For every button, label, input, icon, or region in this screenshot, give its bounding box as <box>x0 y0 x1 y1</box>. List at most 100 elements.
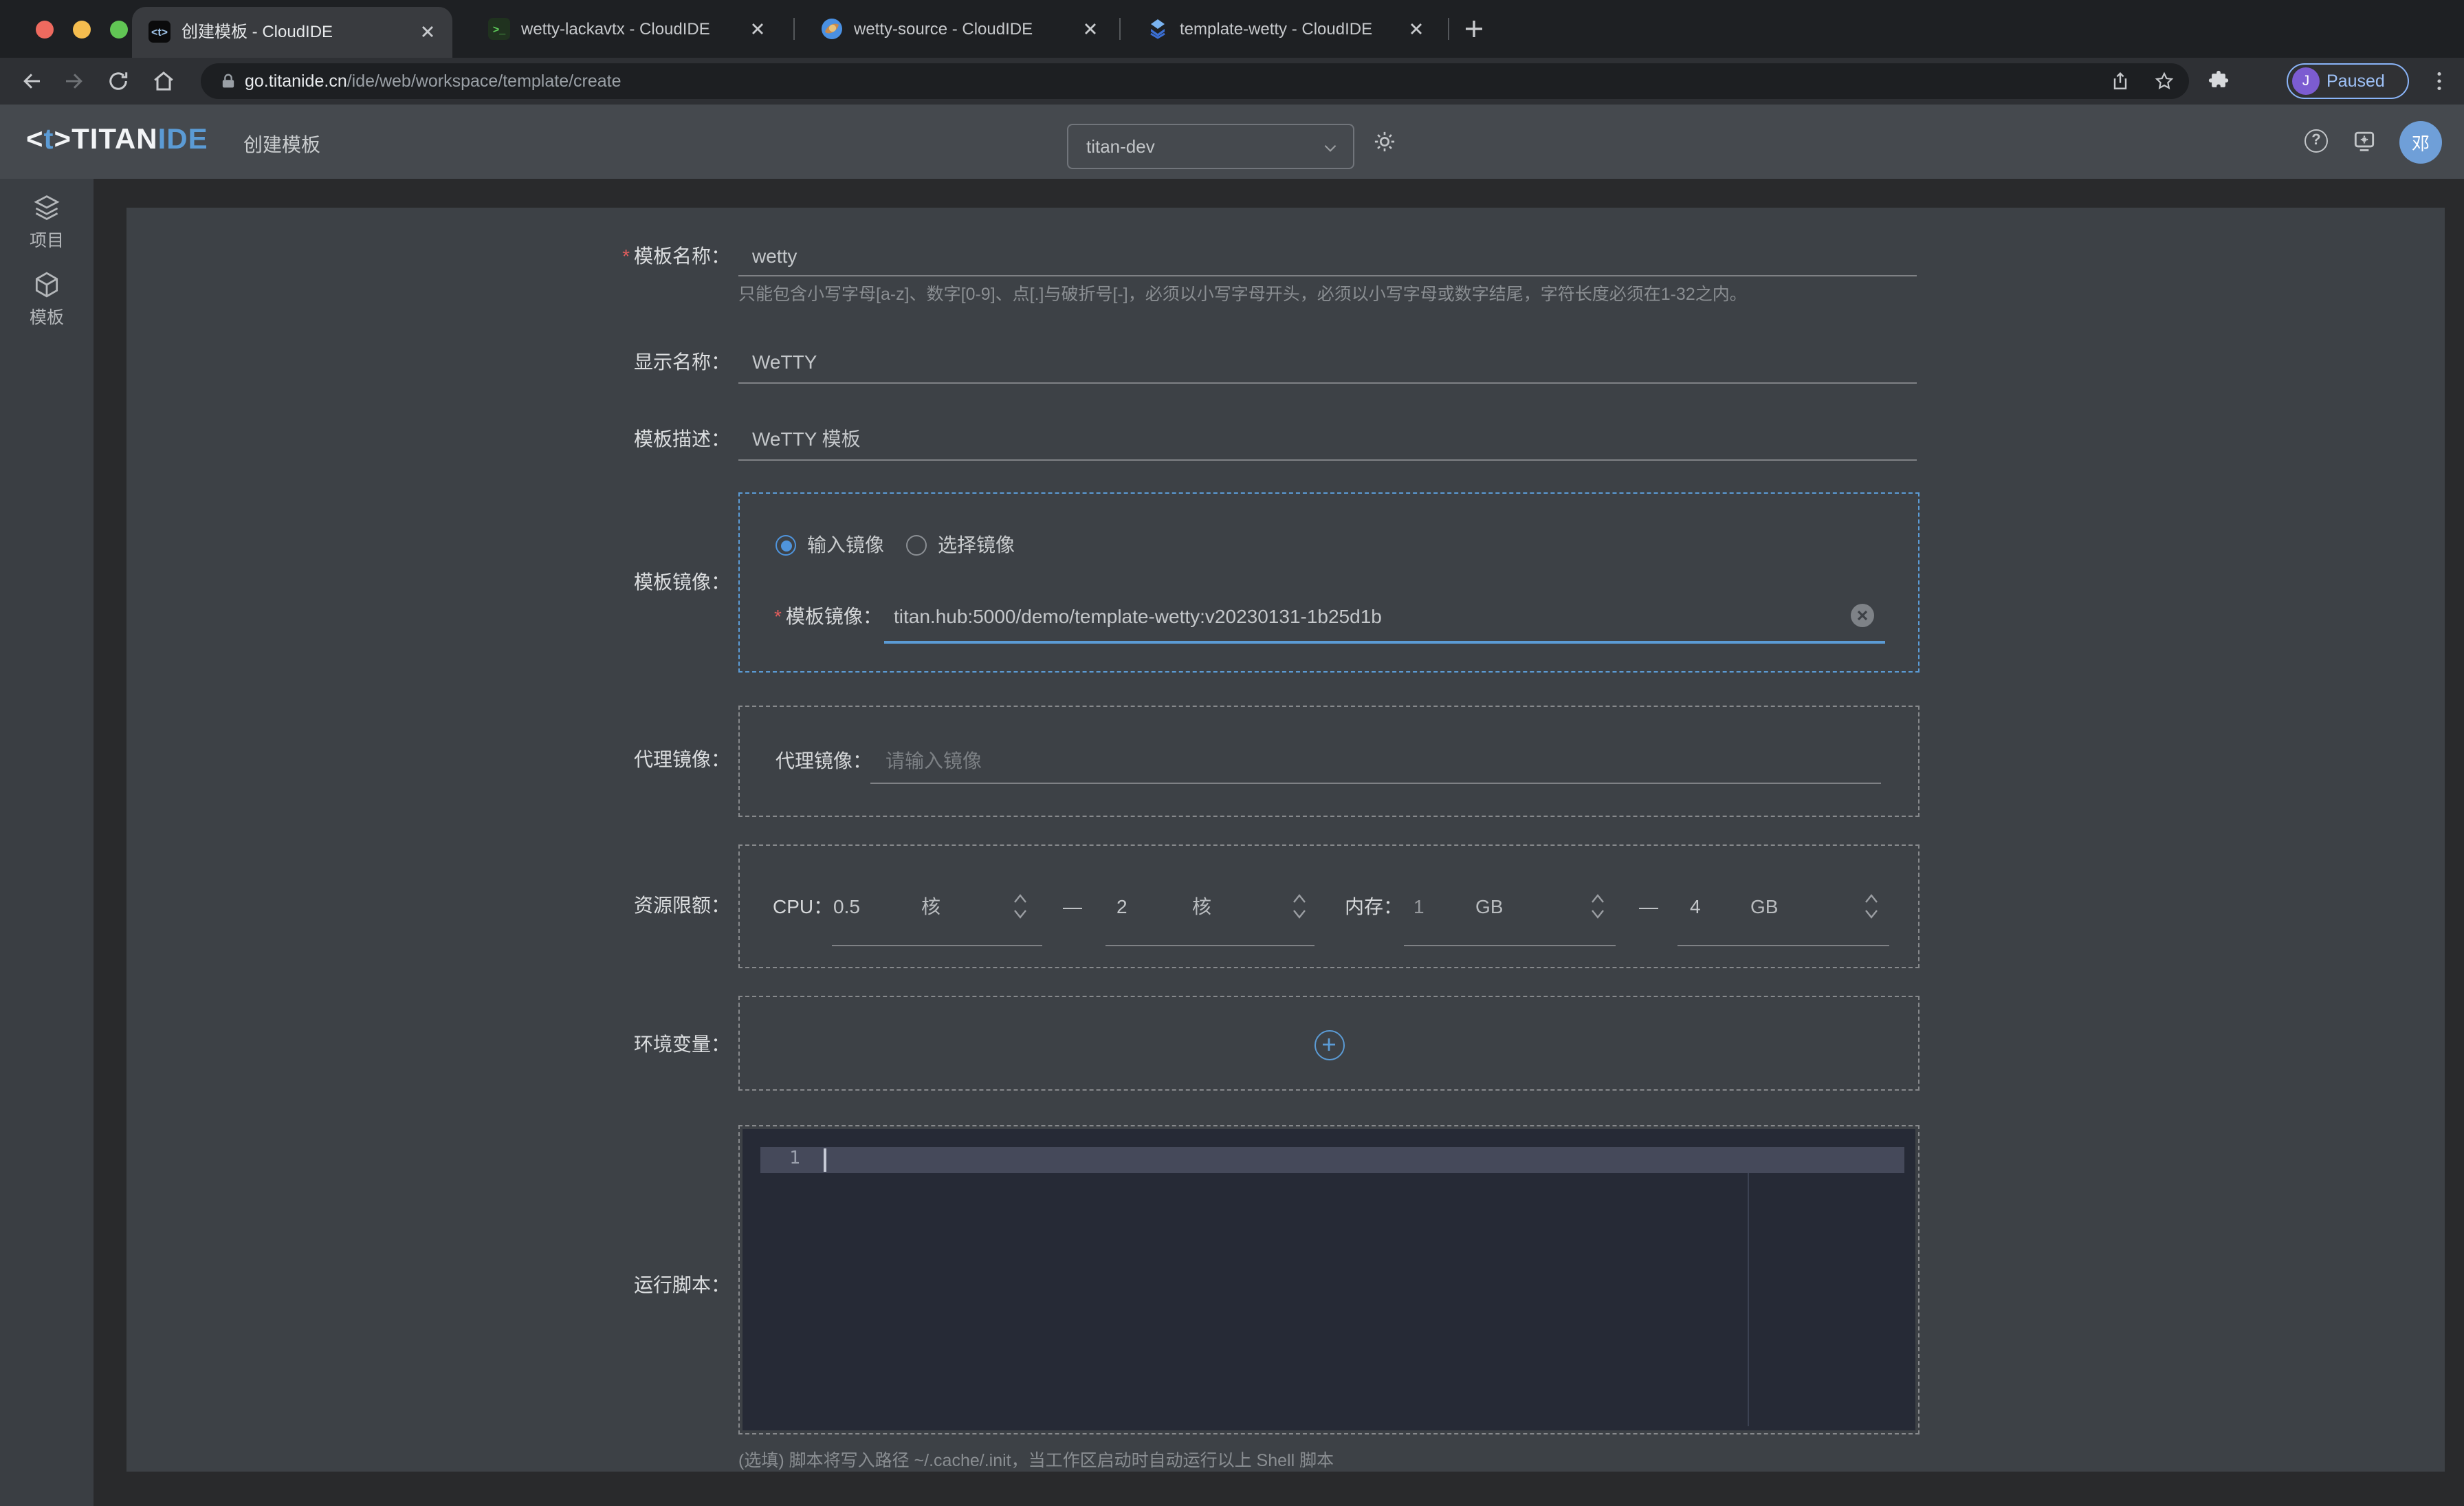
tab-wetty-source[interactable]: wetty-source - CloudIDE <box>804 0 1115 58</box>
tab-close-icon[interactable] <box>747 18 769 40</box>
memory-min-input[interactable] <box>1414 894 1468 919</box>
cpu-max-input[interactable] <box>1116 894 1185 919</box>
input-underline <box>738 382 1917 384</box>
memory-max-input[interactable] <box>1690 894 1745 919</box>
editor-ruler <box>1748 1173 1749 1426</box>
radio-select-image[interactable] <box>906 535 927 556</box>
workspace-select-value: titan-dev <box>1086 125 1155 168</box>
workspace-settings-gear-icon[interactable] <box>1372 129 1397 154</box>
template-image-inner-label: *模板镜像： <box>774 604 882 629</box>
env-vars-label: 环境变量： <box>463 1032 730 1056</box>
template-desc-label: 模板描述： <box>463 426 730 451</box>
tab-template-wetty[interactable]: template-wetty - CloudIDE <box>1130 0 1441 58</box>
tab-wetty-lackavtx[interactable]: >_ wetty-lackavtx - CloudIDE <box>472 0 782 58</box>
help-icon[interactable]: ? <box>2304 129 2328 153</box>
chevron-down-icon <box>1321 139 1339 157</box>
screen: <t> 创建模板 - CloudIDE >_ wetty-lackavtx - … <box>0 0 2464 1506</box>
sidebar-item-templates[interactable]: 模板 <box>0 270 94 329</box>
browser-menu-dots-icon[interactable] <box>2427 69 2452 94</box>
tab-close-icon[interactable] <box>417 21 439 43</box>
tab-divider <box>1448 18 1449 40</box>
page-background: 项目 模板 *模板名称： 只能包含小写字母[a-z]、数字[0-9]、点[.]与… <box>0 179 2464 1506</box>
url-path: /ide/web/workspace/template/create <box>347 72 622 91</box>
cpu-max-stepper[interactable] <box>1291 890 1310 923</box>
clear-input-icon[interactable] <box>1851 604 1874 627</box>
address-bar[interactable]: go.titanide.cn/ide/web/workspace/templat… <box>201 63 2189 99</box>
new-tab-button[interactable] <box>1463 18 1485 40</box>
profile-status: Paused <box>2326 65 2385 98</box>
tab-divider <box>1119 18 1121 40</box>
sidebar-item-label: 项目 <box>0 226 94 252</box>
tab-close-icon[interactable] <box>1405 18 1427 40</box>
cpu-min-input[interactable] <box>833 894 909 919</box>
extensions-puzzle-icon[interactable] <box>2207 69 2232 94</box>
env-vars-group <box>738 996 1920 1091</box>
editor-line-number: 1 <box>778 1148 811 1169</box>
stack-favicon <box>1147 18 1169 40</box>
cube-icon <box>32 270 62 300</box>
memory-min-unit: GB <box>1475 894 1503 919</box>
browser-tab-bar: <t> 创建模板 - CloudIDE >_ wetty-lackavtx - … <box>0 0 2464 58</box>
tab-close-icon[interactable] <box>1079 18 1101 40</box>
bookmark-star-icon[interactable] <box>2153 70 2175 92</box>
create-template-form: *模板名称： 只能包含小写字母[a-z]、数字[0-9]、点[.]与破折号[-]… <box>126 208 2445 1472</box>
input-underline <box>832 945 1042 946</box>
back-icon[interactable] <box>19 69 44 94</box>
memory-label: 内存： <box>1345 894 1402 919</box>
input-underline <box>1678 945 1889 946</box>
display-name-input[interactable] <box>752 349 1715 374</box>
proxy-image-input[interactable] <box>886 748 1793 773</box>
memory-min-stepper[interactable] <box>1590 890 1609 923</box>
script-editor[interactable]: 1 <box>742 1129 1915 1430</box>
url-domain: go.titanide.cn <box>245 72 347 91</box>
page-title: 创建模板 <box>243 131 320 158</box>
memory-max-stepper[interactable] <box>1863 890 1882 923</box>
range-dash: — <box>1063 894 1082 919</box>
template-image-input[interactable] <box>894 604 1842 629</box>
user-avatar[interactable]: 邓 <box>2399 121 2442 164</box>
app-sidebar: 项目 模板 <box>0 179 94 1506</box>
lock-icon <box>219 72 238 91</box>
proxy-image-inner-label: 代理镜像： <box>776 748 872 773</box>
home-icon[interactable] <box>151 69 176 94</box>
radio-select-image-label: 选择镜像 <box>938 532 1015 557</box>
display-name-label: 显示名称： <box>463 349 730 374</box>
window-close-button[interactable] <box>36 21 54 39</box>
proxy-image-group: 代理镜像： <box>738 706 1920 817</box>
layers-icon <box>32 193 62 223</box>
profile-avatar: J <box>2292 67 2320 95</box>
tab-create-template[interactable]: <t> 创建模板 - CloudIDE <box>132 7 452 58</box>
window-minimize-button[interactable] <box>73 21 91 39</box>
input-underline <box>738 459 1917 461</box>
reload-icon[interactable] <box>106 69 131 94</box>
titanide-favicon: <t> <box>148 21 170 43</box>
proxy-image-label: 代理镜像： <box>463 747 730 772</box>
share-icon[interactable] <box>2109 70 2131 92</box>
template-image-label: 模板镜像： <box>463 569 730 594</box>
template-name-label: *模板名称： <box>463 243 730 268</box>
url-text: go.titanide.cn/ide/web/workspace/templat… <box>245 63 622 99</box>
add-env-var-button[interactable] <box>1314 1030 1345 1060</box>
titanide-logo[interactable]: <t>TITANIDE <box>26 124 208 157</box>
browser-toolbar: go.titanide.cn/ide/web/workspace/templat… <box>0 58 2464 105</box>
sidebar-item-projects[interactable]: 项目 <box>0 193 94 252</box>
forward-icon[interactable] <box>62 69 87 94</box>
run-script-label: 运行脚本： <box>463 1272 730 1297</box>
tab-title: wetty-lackavtx - CloudIDE <box>521 0 710 58</box>
browser-profile-badge[interactable]: J Paused <box>2287 63 2409 99</box>
resources-group: CPU： 核 — 核 内存： GB <box>738 844 1920 968</box>
run-script-group: 1 <box>738 1125 1920 1434</box>
window-zoom-button[interactable] <box>110 21 128 39</box>
editor-active-line <box>760 1147 1904 1173</box>
template-name-input[interactable] <box>752 243 1715 268</box>
wetty-favicon <box>821 18 843 40</box>
cpu-min-stepper[interactable] <box>1012 890 1031 923</box>
focused-underline <box>884 641 1885 644</box>
console-settings-icon[interactable] <box>2351 128 2377 154</box>
template-desc-input[interactable] <box>752 426 1715 451</box>
tab-title: wetty-source - CloudIDE <box>854 0 1033 58</box>
terminal-favicon: >_ <box>488 18 510 40</box>
radio-input-image[interactable] <box>776 535 796 556</box>
range-dash: — <box>1639 894 1658 919</box>
workspace-select[interactable]: titan-dev <box>1067 124 1354 169</box>
